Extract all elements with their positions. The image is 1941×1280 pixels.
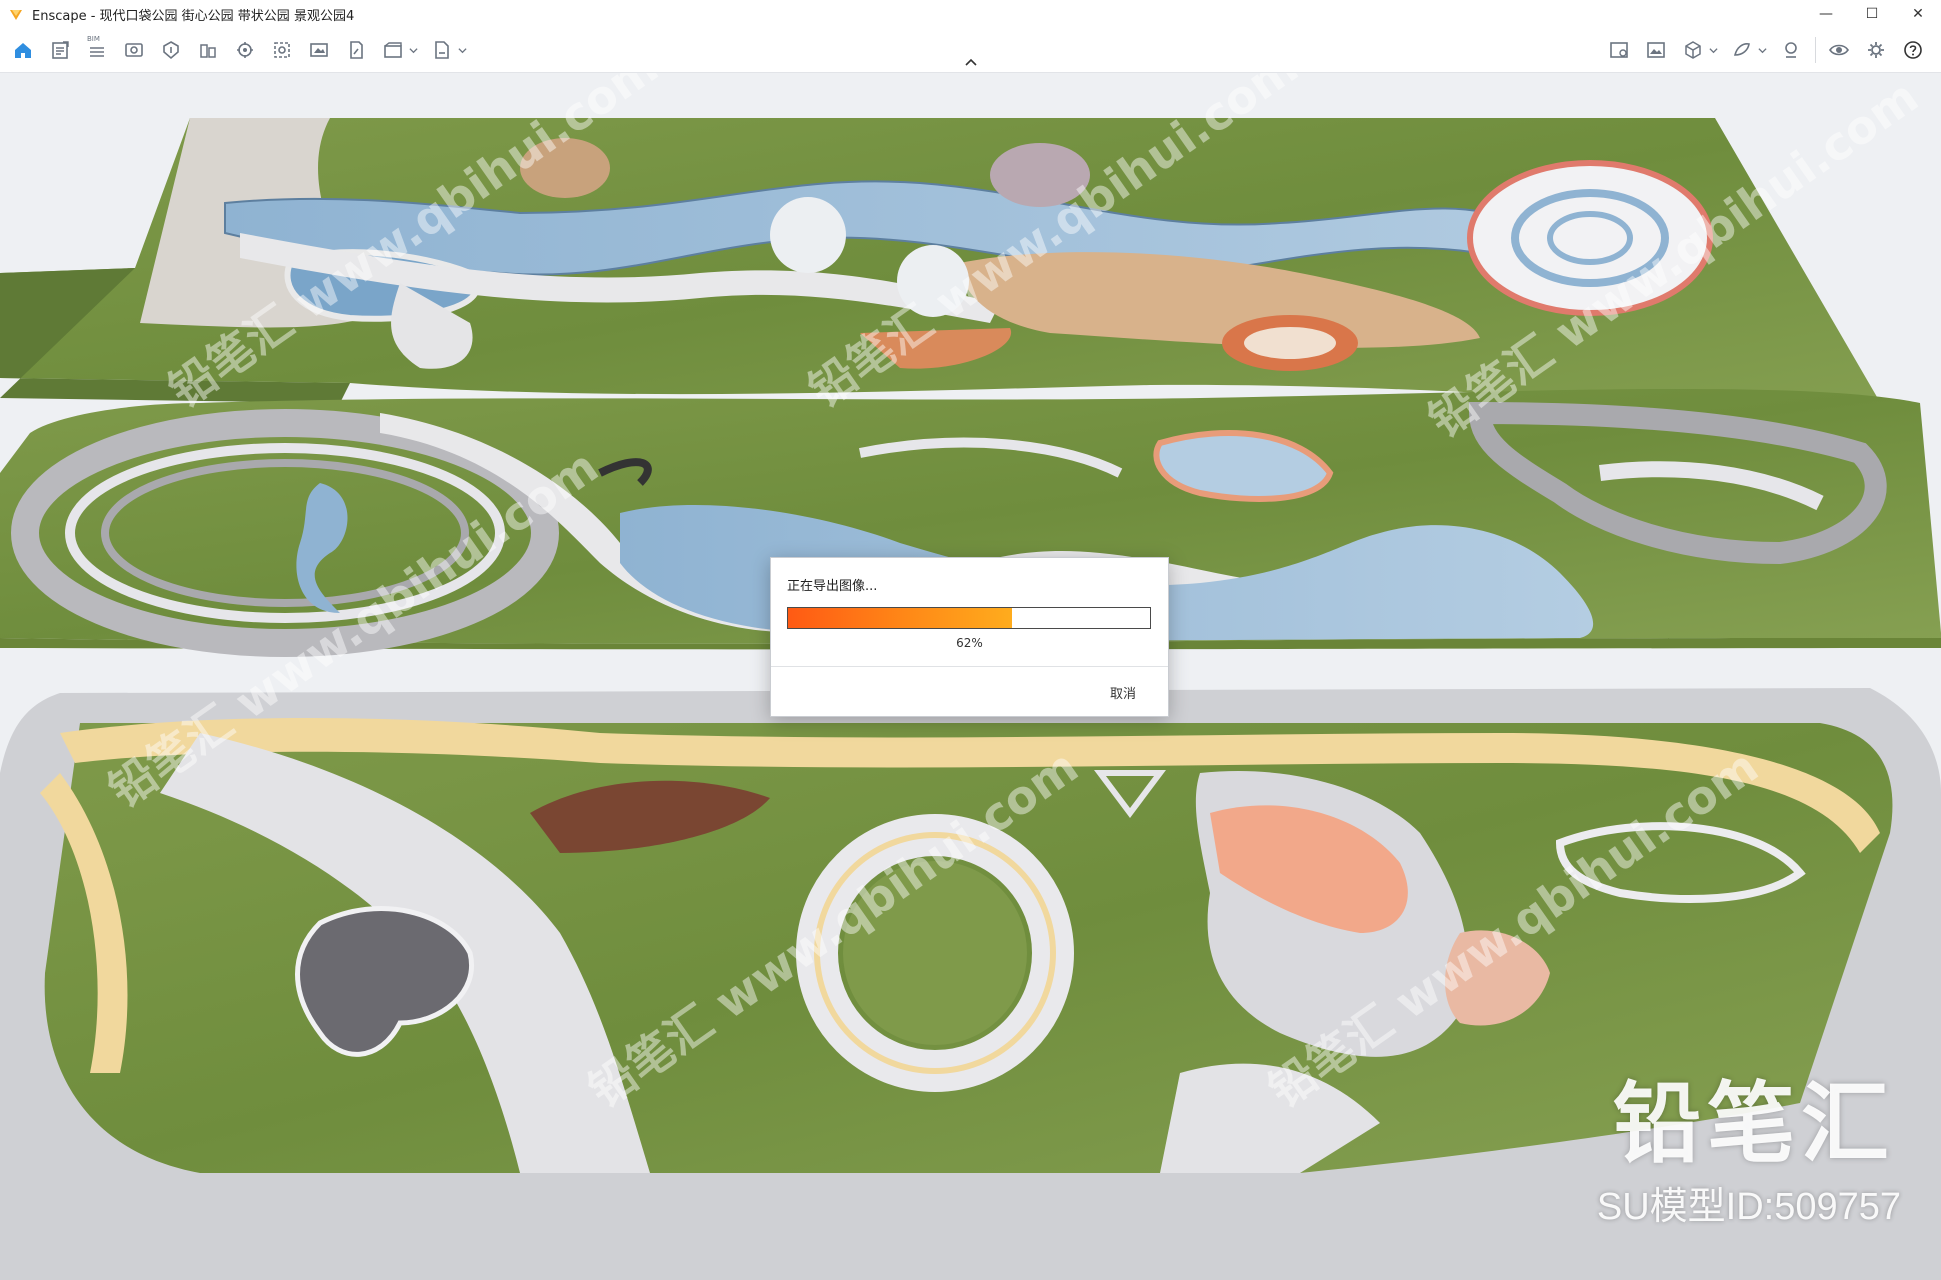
video-button[interactable] xyxy=(378,36,408,64)
image-button[interactable] xyxy=(341,36,371,64)
image-icon xyxy=(350,41,363,59)
asset-library-icon xyxy=(237,42,253,58)
cube-button[interactable] xyxy=(1678,36,1708,64)
screenshot-icon xyxy=(310,43,328,57)
dialog-title: 正在导出图像... xyxy=(787,579,878,594)
toolbar-left-group: BIM xyxy=(8,35,476,64)
preferences-button[interactable] xyxy=(1861,36,1891,64)
toolbar-separator xyxy=(1815,37,1816,63)
visibility-button[interactable] xyxy=(156,36,186,64)
enscape-logo-icon xyxy=(10,10,22,20)
cube-icon xyxy=(1685,41,1701,59)
site-icon xyxy=(200,44,216,58)
settings-button[interactable] xyxy=(267,36,297,64)
export-icon xyxy=(435,41,449,59)
eye-button[interactable] xyxy=(1824,36,1854,64)
feedback-icon xyxy=(1733,43,1750,56)
progress-bar-fill xyxy=(788,608,1013,628)
window-title: Enscape - 现代口袋公园 街心公园 带状公园 景观公园4 xyxy=(32,8,355,24)
progress-percent-label: 62% xyxy=(956,636,983,650)
brand-watermark: 铅笔汇 xyxy=(1612,1072,1895,1175)
preferences-icon xyxy=(1868,42,1884,58)
export-button[interactable] xyxy=(427,36,457,64)
dialog-divider xyxy=(771,666,1168,667)
chevron-down-icon xyxy=(458,47,467,53)
toolbar-collapse-button[interactable] xyxy=(960,54,982,70)
feedback-button[interactable] xyxy=(1727,36,1757,64)
view-icon xyxy=(125,43,143,57)
visibility-icon xyxy=(163,41,179,60)
account-button[interactable] xyxy=(1776,36,1806,64)
material-editor-icon xyxy=(1610,42,1628,58)
chevron-down-icon xyxy=(1709,47,1718,53)
close-button[interactable]: ✕ xyxy=(1895,0,1941,28)
screenshot-button[interactable] xyxy=(304,36,334,64)
feedback-dropdown-button[interactable] xyxy=(1758,36,1768,64)
site-button[interactable] xyxy=(193,36,223,64)
export-dropdown-button[interactable] xyxy=(458,36,468,64)
notes-icon xyxy=(52,41,69,59)
account-icon xyxy=(1785,42,1797,58)
home-button[interactable] xyxy=(8,36,38,64)
visual-settings-button[interactable] xyxy=(1641,36,1671,64)
cancel-button[interactable]: 取消 xyxy=(1110,683,1136,702)
minimize-button[interactable]: — xyxy=(1803,0,1849,28)
title-bar: Enscape - 现代口袋公园 街心公园 带状公园 景观公园4 — ☐ ✕ xyxy=(0,0,1941,28)
help-button[interactable] xyxy=(1898,36,1928,64)
park-model-1 xyxy=(0,118,1895,428)
bim-button[interactable]: BIM xyxy=(82,35,112,64)
model-id-watermark: SU模型ID:509757 xyxy=(1596,1186,1901,1228)
chevron-down-icon xyxy=(1758,47,1767,53)
home-icon xyxy=(15,43,31,58)
help-icon xyxy=(1904,41,1922,59)
asset-library-button[interactable] xyxy=(230,36,260,64)
visual-settings-icon xyxy=(1647,42,1665,58)
progress-bar xyxy=(787,607,1151,629)
maximize-button[interactable]: ☐ xyxy=(1849,0,1895,28)
chevron-up-icon xyxy=(965,58,977,66)
notes-button[interactable] xyxy=(45,36,75,64)
cube-dropdown-button[interactable] xyxy=(1709,36,1719,64)
bim-label: BIM xyxy=(87,35,100,43)
toolbar-right-group xyxy=(1604,36,1935,64)
window-controls: — ☐ ✕ xyxy=(1803,0,1941,28)
video-dropdown-button[interactable] xyxy=(409,36,419,64)
view-button[interactable] xyxy=(119,36,149,64)
settings-gear-icon xyxy=(274,42,290,58)
video-icon xyxy=(384,42,402,58)
export-progress-dialog: 正在导出图像... 62% 取消 xyxy=(770,557,1169,717)
eye-icon xyxy=(1829,44,1849,56)
chevron-down-icon xyxy=(409,47,418,53)
material-editor-button[interactable] xyxy=(1604,36,1634,64)
